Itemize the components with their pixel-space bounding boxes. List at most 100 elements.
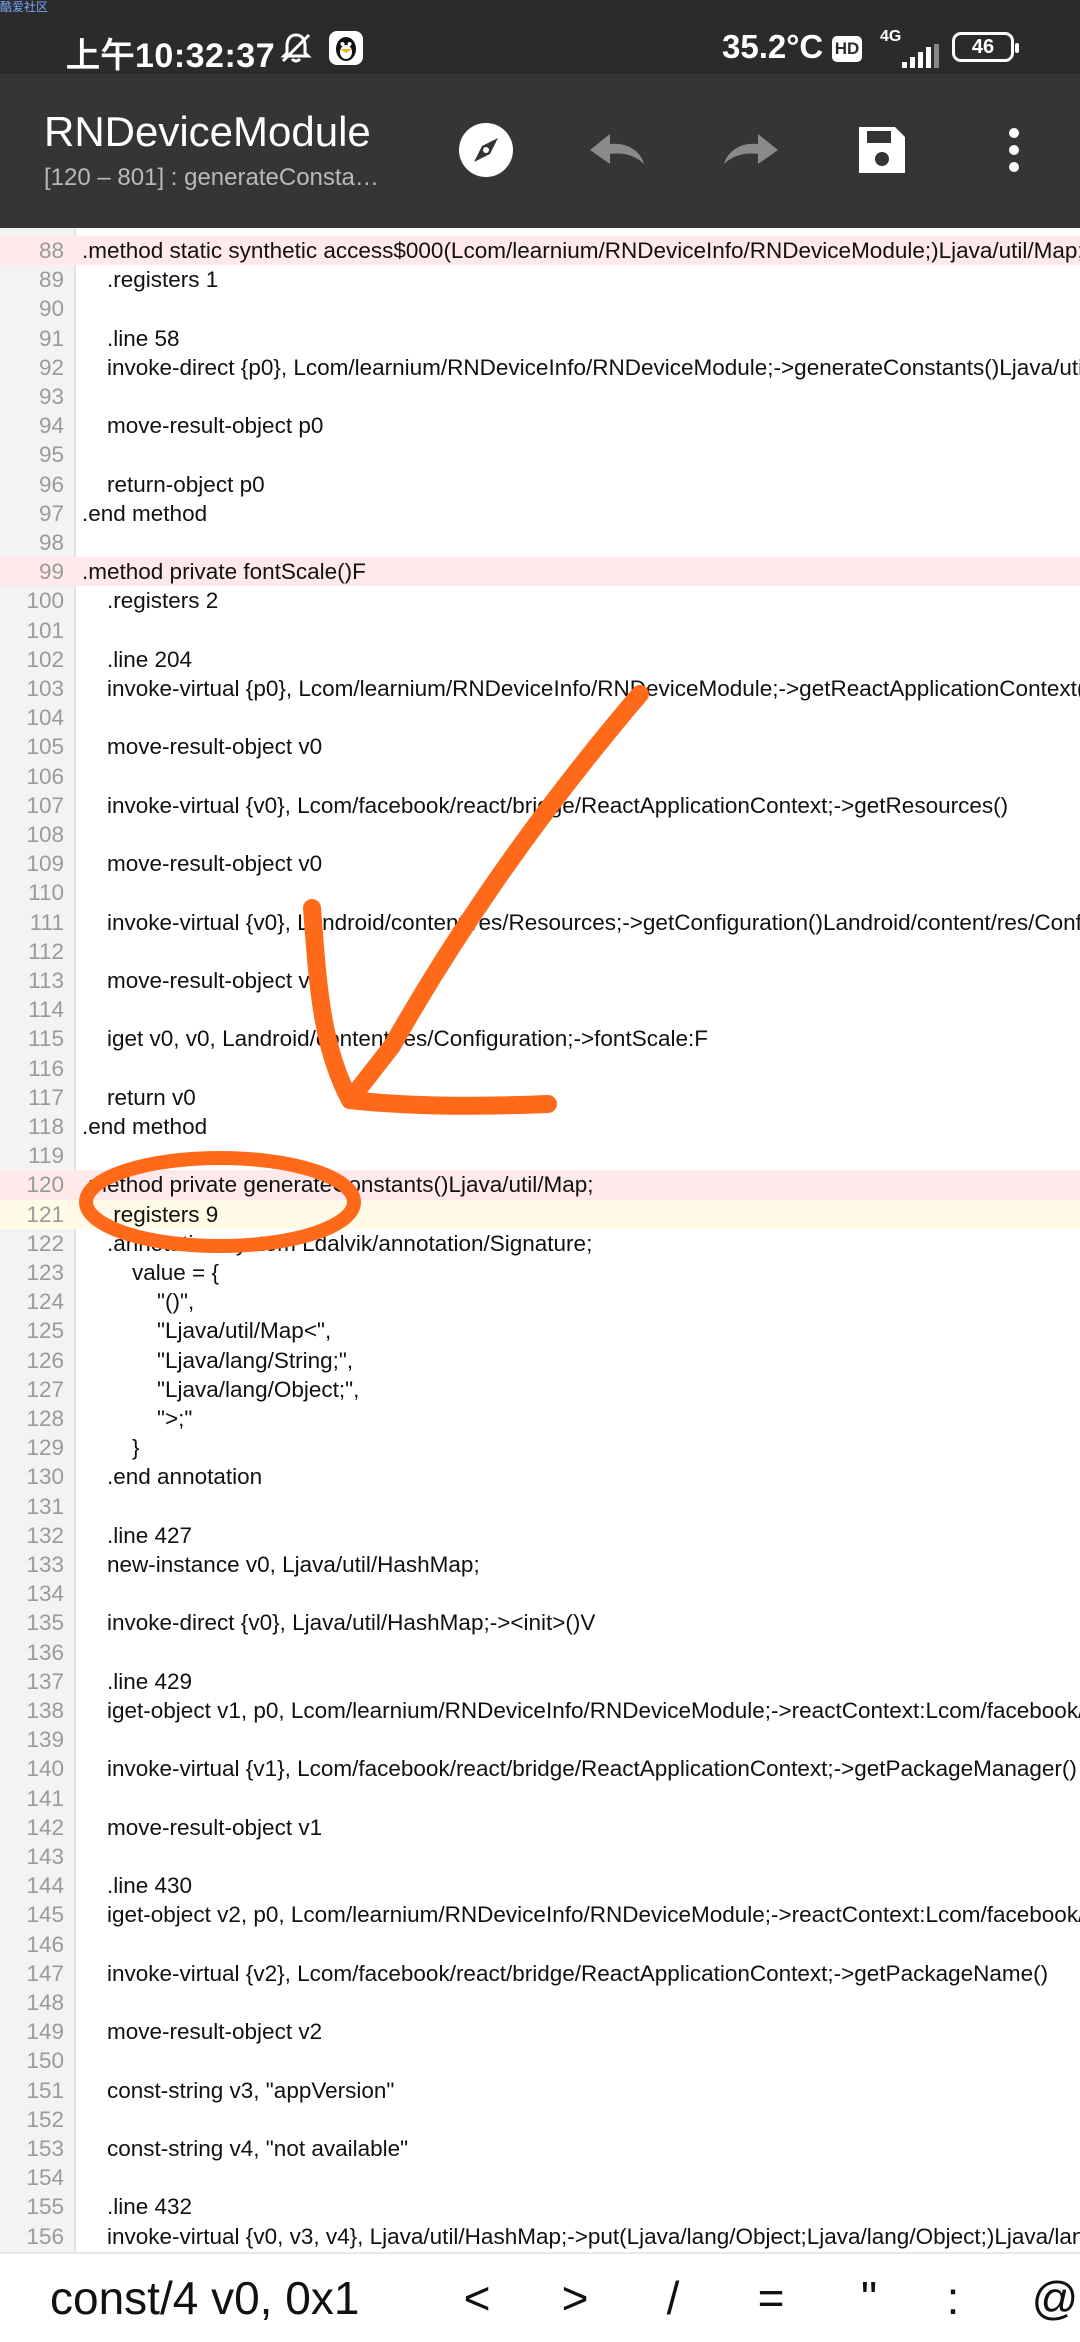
- code-line[interactable]: 153 const-string v4, "not available": [0, 2134, 1080, 2163]
- key-quote[interactable]: ": [844, 2268, 894, 2328]
- key-colon[interactable]: :: [928, 2268, 978, 2328]
- snippet-key[interactable]: const/4 v0, 0x1: [50, 2268, 398, 2328]
- code-line[interactable]: 150: [0, 2046, 1080, 2075]
- more-options-button[interactable]: [974, 110, 1054, 190]
- code-text: .registers 2: [82, 588, 219, 614]
- code-line[interactable]: 111 invoke-virtual {v0}, Landroid/conten…: [0, 908, 1080, 937]
- code-line[interactable]: 134: [0, 1579, 1080, 1608]
- code-line[interactable]: 123 value = {: [0, 1258, 1080, 1287]
- key-slash[interactable]: /: [648, 2268, 698, 2328]
- code-line[interactable]: 124 "()",: [0, 1287, 1080, 1316]
- code-line[interactable]: 115 iget v0, v0, Landroid/content/res/Co…: [0, 1024, 1080, 1053]
- code-line[interactable]: 95: [0, 440, 1080, 469]
- code-line[interactable]: 97 .end method: [0, 499, 1080, 528]
- code-line[interactable]: 142 move-result-object v1: [0, 1813, 1080, 1842]
- code-line[interactable]: 125 "Ljava/util/Map<",: [0, 1316, 1080, 1345]
- line-number: 153: [26, 2136, 64, 2161]
- code-line[interactable]: 102 .line 204: [0, 645, 1080, 674]
- code-line[interactable]: 89 .registers 1: [0, 265, 1080, 294]
- undo-button[interactable]: [578, 110, 658, 190]
- code-editor[interactable]: 88 .method static synthetic access$000(Lc…: [0, 228, 1080, 2252]
- code-line[interactable]: 155 .line 432: [0, 2192, 1080, 2221]
- code-line[interactable]: 98: [0, 528, 1080, 557]
- code-line[interactable]: 147 invoke-virtual {v2}, Lcom/facebook/r…: [0, 1959, 1080, 1988]
- redo-button[interactable]: [710, 110, 790, 190]
- code-line[interactable]: 144 .line 430: [0, 1871, 1080, 1900]
- code-line[interactable]: 108: [0, 820, 1080, 849]
- key-equals[interactable]: =: [746, 2268, 796, 2328]
- line-number: 96: [38, 471, 64, 497]
- line-number: 88: [38, 238, 64, 263]
- code-line[interactable]: 140 invoke-virtual {v1}, Lcom/facebook/r…: [0, 1754, 1080, 1783]
- code-line[interactable]: 131: [0, 1492, 1080, 1521]
- save-button[interactable]: [842, 110, 922, 190]
- code-line[interactable]: 128 ">;": [0, 1404, 1080, 1433]
- code-line[interactable]: 154: [0, 2163, 1080, 2192]
- code-line[interactable]: 149 move-result-object v2: [0, 2017, 1080, 2046]
- code-line[interactable]: 94 move-result-object p0: [0, 411, 1080, 440]
- code-line[interactable]: 118 .end method: [0, 1112, 1080, 1141]
- code-line[interactable]: 132 .line 427: [0, 1521, 1080, 1550]
- code-line[interactable]: 117 return v0: [0, 1083, 1080, 1112]
- code-line[interactable]: 112: [0, 937, 1080, 966]
- code-line[interactable]: 106: [0, 762, 1080, 791]
- status-temperature: 35.2°C: [722, 28, 824, 65]
- key-greater-than[interactable]: >: [550, 2268, 600, 2328]
- line-number: 108: [26, 822, 64, 847]
- code-line[interactable]: 136: [0, 1638, 1080, 1667]
- line-number: 105: [26, 734, 64, 760]
- code-line[interactable]: 139: [0, 1725, 1080, 1754]
- code-line[interactable]: 93: [0, 382, 1080, 411]
- code-line[interactable]: 113 move-result-object v0: [0, 966, 1080, 995]
- code-line[interactable]: 145 iget-object v2, p0, Lcom/learnium/RN…: [0, 1900, 1080, 1929]
- code-line[interactable]: 138 iget-object v1, p0, Lcom/learnium/RN…: [0, 1696, 1080, 1725]
- code-line[interactable]: 133 new-instance v0, Ljava/util/HashMap;: [0, 1550, 1080, 1579]
- code-line[interactable]: 107 invoke-virtual {v0}, Lcom/facebook/r…: [0, 791, 1080, 820]
- line-number: 148: [26, 1990, 64, 2015]
- code-line[interactable]: 122 .annotation system Ldalvik/annotatio…: [0, 1229, 1080, 1258]
- code-line[interactable]: 143: [0, 1842, 1080, 1871]
- code-line[interactable]: 141: [0, 1784, 1080, 1813]
- code-line[interactable]: 121 .registers 9: [0, 1199, 1080, 1229]
- line-number: 132: [26, 1522, 64, 1548]
- code-line[interactable]: 148: [0, 1988, 1080, 2017]
- code-line[interactable]: 96 return-object p0: [0, 470, 1080, 499]
- code-line[interactable]: 137 .line 429: [0, 1667, 1080, 1696]
- compass-button[interactable]: [446, 110, 526, 190]
- code-line[interactable]: 99 .method private fontScale()F: [0, 557, 1080, 587]
- code-line[interactable]: 109 move-result-object v0: [0, 849, 1080, 878]
- code-line[interactable]: 127 "Ljava/lang/Object;",: [0, 1375, 1080, 1404]
- code-line[interactable]: 126 "Ljava/lang/String;",: [0, 1346, 1080, 1375]
- key-less-than[interactable]: <: [452, 2268, 502, 2328]
- code-line[interactable]: 101: [0, 616, 1080, 645]
- code-line[interactable]: 130 .end annotation: [0, 1462, 1080, 1491]
- code-line[interactable]: 88 .method static synthetic access$000(Lc…: [0, 236, 1080, 266]
- line-number: 117: [28, 1084, 64, 1110]
- code-line[interactable]: 92 invoke-direct {p0}, Lcom/learnium/RND…: [0, 353, 1080, 382]
- key-at[interactable]: @: [1030, 2268, 1080, 2328]
- code-line[interactable]: 120 .method private generateConstants()Lj…: [0, 1170, 1080, 1200]
- code-text: return-object p0: [82, 471, 265, 497]
- code-line[interactable]: 146: [0, 1930, 1080, 1959]
- code-line[interactable]: 91 .line 58: [0, 324, 1080, 353]
- method-range-subtitle[interactable]: [120 – 801] : generateConsta…: [44, 164, 379, 192]
- code-line[interactable]: 90: [0, 294, 1080, 323]
- code-line[interactable]: 110: [0, 878, 1080, 907]
- code-line[interactable]: 116: [0, 1054, 1080, 1083]
- code-line[interactable]: 152: [0, 2105, 1080, 2134]
- code-line[interactable]: 114: [0, 995, 1080, 1024]
- code-line[interactable]: 100 .registers 2: [0, 586, 1080, 615]
- line-number: 154: [26, 2165, 64, 2191]
- line-number: 150: [26, 2048, 64, 2074]
- code-line[interactable]: 129 }: [0, 1433, 1080, 1462]
- file-title: RNDeviceModule: [44, 108, 371, 155]
- code-line[interactable]: 103 invoke-virtual {p0}, Lcom/learnium/R…: [0, 674, 1080, 703]
- app-toolbar: RNDeviceModule [120 – 801] : generateCon…: [0, 74, 1080, 228]
- code-line[interactable]: 104: [0, 703, 1080, 732]
- code-line[interactable]: 156 invoke-virtual {v0, v3, v4}, Ljava/u…: [0, 2222, 1080, 2251]
- code-line[interactable]: 151 const-string v3, "appVersion": [0, 2076, 1080, 2105]
- code-line[interactable]: 105 move-result-object v0: [0, 732, 1080, 761]
- code-line[interactable]: 135 invoke-direct {v0}, Ljava/util/HashM…: [0, 1608, 1080, 1637]
- code-line[interactable]: 119: [0, 1141, 1080, 1170]
- code-text: .registers 9: [82, 1201, 219, 1227]
